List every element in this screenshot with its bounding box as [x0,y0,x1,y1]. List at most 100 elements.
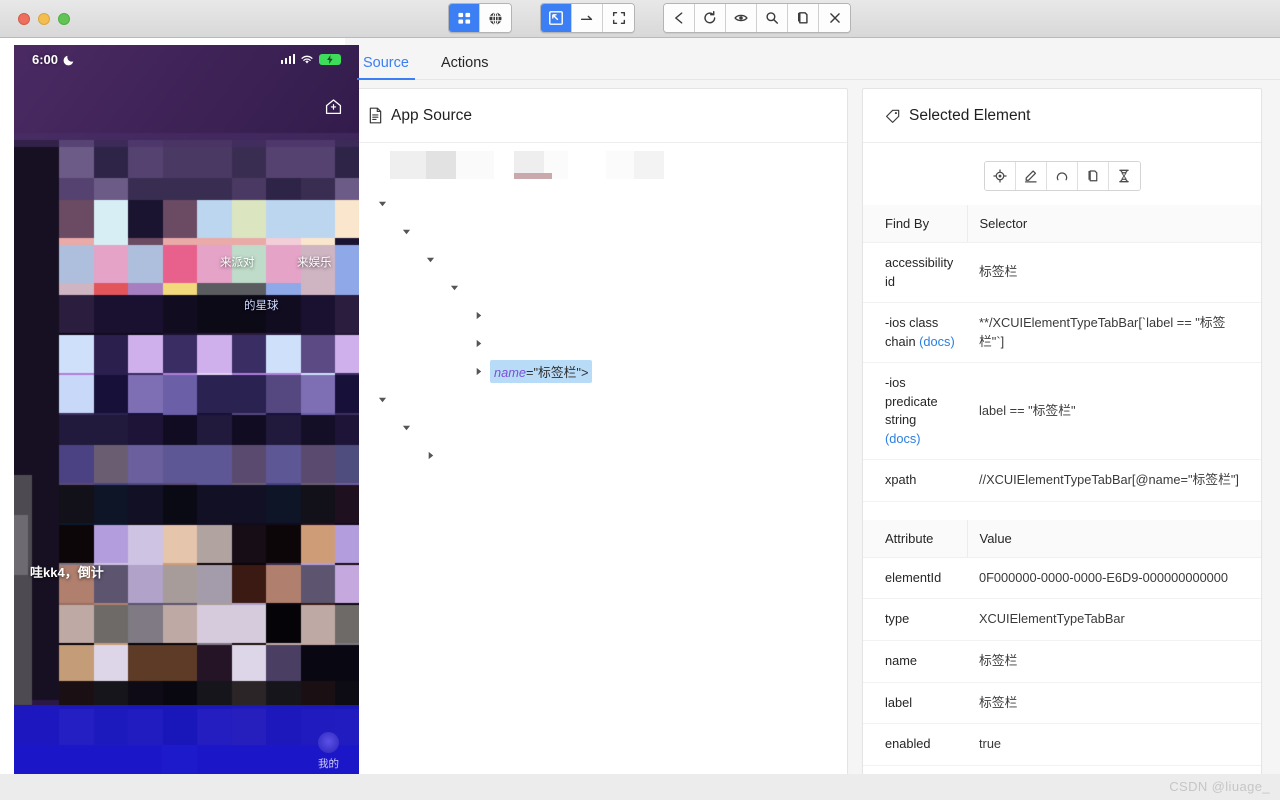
inspector-tab-bar: Source Actions [345,38,1280,80]
get-timing-button[interactable] [1108,162,1140,190]
app-source-title: App Source [391,106,472,124]
arrow-right-icon [580,15,593,21]
close-x-icon [829,13,840,23]
source-tree-node-label [394,201,402,205]
source-tree-node-label [418,425,426,429]
attribute-value-cell[interactable]: XCUIElementTypeTabBar [967,598,1261,642]
search-button[interactable] [757,4,788,32]
attribute-value-cell[interactable]: true [967,723,1261,766]
selector-find-by-cell: accessibility id [863,242,967,304]
chevron-down-icon[interactable] [400,423,412,432]
cursor-select-icon [549,11,563,25]
attribute-table: Attribute Value elementId 0F000000-0000-0… [863,519,1261,799]
device-screenshot-pane: 6:00 来派对 来娱乐 的星球 哇kk4，倒计 我的 [0,38,359,800]
device-screenshot[interactable]: 6:00 来派对 来娱乐 的星球 哇kk4，倒计 我的 [14,45,359,797]
select-element-button[interactable] [541,4,572,32]
refresh-source-button[interactable] [695,4,726,32]
inspector-panes: App Source name="标签栏"> Selected Element … [345,80,1280,800]
source-tree-node[interactable] [376,245,847,273]
quit-session-button[interactable] [819,4,850,32]
source-tree-node[interactable] [376,189,847,217]
table-row: type XCUIElementTypeTabBar [863,598,1261,642]
screenshot-text-label: 来派对 [220,257,255,269]
native-web-toggle-button[interactable] [480,4,511,32]
source-tree-node-label [466,285,474,289]
clear-element-button[interactable] [1046,162,1078,190]
avatar [318,732,339,753]
chevron-down-icon[interactable] [424,255,436,264]
selected-element-title: Selected Element [909,106,1031,124]
element-action-toolbar [863,143,1261,205]
home-plus-icon[interactable] [324,97,343,121]
table-spacer [863,502,1261,520]
selected-element-body[interactable]: Find By Selector accessibility id 标签栏 -io… [863,143,1261,799]
globe-icon [489,11,502,25]
window-bottom-strip [0,774,1280,800]
tab-actions[interactable]: Actions [425,55,505,80]
selector-value-cell[interactable]: **/XCUIElementTypeTabBar[`label == "标签栏"… [967,302,1261,364]
app-source-body[interactable]: name="标签栏"> [346,143,847,799]
attribute-name-cell: label [863,682,967,725]
docs-link[interactable]: (docs) [885,431,921,446]
tap-element-button[interactable] [984,162,1016,190]
chevron-right-icon[interactable] [424,451,436,460]
source-tree[interactable]: name="标签栏"> [346,187,847,469]
selector-value-cell[interactable]: 标签栏 [967,242,1261,304]
chevron-right-icon[interactable] [472,311,484,320]
source-tree-node[interactable] [376,329,847,357]
table-row: xpath //XCUIElementTypeTabBar[@name="标签栏… [863,459,1261,502]
selector-find-by-cell: -ios class chain (docs) [863,302,967,364]
selector-find-by-cell: xpath [863,459,967,502]
source-tree-node-label [490,313,498,317]
inspector-layout-button[interactable] [449,4,480,32]
table-row: name 标签栏 [863,640,1261,683]
attribute-value-cell[interactable]: 0F000000-0000-0000-E6D9-000000000000 [967,557,1261,600]
main-toolbar [448,3,851,33]
chevron-down-icon[interactable] [376,199,388,208]
chevron-right-icon[interactable] [472,339,484,348]
screenshot-text-label: 的星球 [244,300,279,312]
chevron-down-icon[interactable] [400,227,412,236]
source-tree-node-selected[interactable]: name="标签栏"> [376,357,847,385]
chevron-right-icon[interactable] [472,367,484,376]
minimize-window-button[interactable] [38,12,50,25]
tab-source[interactable]: Source [347,55,425,80]
copy-attributes-button[interactable] [1077,162,1109,190]
close-window-button[interactable] [18,12,30,25]
selector-find-by-cell: -ios predicate string (docs) [863,362,967,461]
selector-value-cell[interactable]: label == "标签栏" [967,362,1261,461]
source-tree-node[interactable] [376,217,847,245]
swipe-button[interactable] [572,4,603,32]
pencil-icon [1024,170,1037,183]
source-tree-node[interactable] [376,301,847,329]
source-tree-node[interactable] [376,441,847,469]
send-keys-button[interactable] [1015,162,1047,190]
back-button[interactable] [664,4,695,32]
source-tree-node-label [418,229,426,233]
source-tree-node-label: name="标签栏"> [490,359,593,383]
source-tree-node[interactable] [376,413,847,441]
selector-value-cell[interactable]: //XCUIElementTypeTabBar[@name="标签栏"] [967,459,1261,502]
toolbar-group-actions [540,3,635,33]
arrow-left-icon [675,12,683,24]
screenshot-image[interactable] [14,45,359,797]
main-content: Source Actions App Source name="标签栏"> Se… [345,38,1280,800]
source-tree-node[interactable] [376,385,847,413]
zoom-window-button[interactable] [58,12,70,25]
chevron-down-icon[interactable] [376,395,388,404]
selector-table: Find By Selector accessibility id 标签栏 -io… [863,205,1261,502]
device-tab-item-label: 我的 [318,758,339,770]
chevron-down-icon[interactable] [448,283,460,292]
device-tab-item-mine[interactable]: 我的 [318,732,339,771]
table-row: accessibility id 标签栏 [863,242,1261,304]
window-title-bar [0,0,1280,38]
eye-button[interactable] [726,4,757,32]
attribute-value-cell[interactable]: 标签栏 [967,640,1261,683]
attribute-name-cell: enabled [863,723,967,766]
attribute-value-cell[interactable]: 标签栏 [967,682,1261,725]
attribute-name-cell: elementId [863,557,967,600]
source-tree-node[interactable] [376,273,847,301]
copy-button[interactable] [788,4,819,32]
tap-by-coordinates-button[interactable] [603,4,634,32]
docs-link[interactable]: (docs) [919,334,955,349]
